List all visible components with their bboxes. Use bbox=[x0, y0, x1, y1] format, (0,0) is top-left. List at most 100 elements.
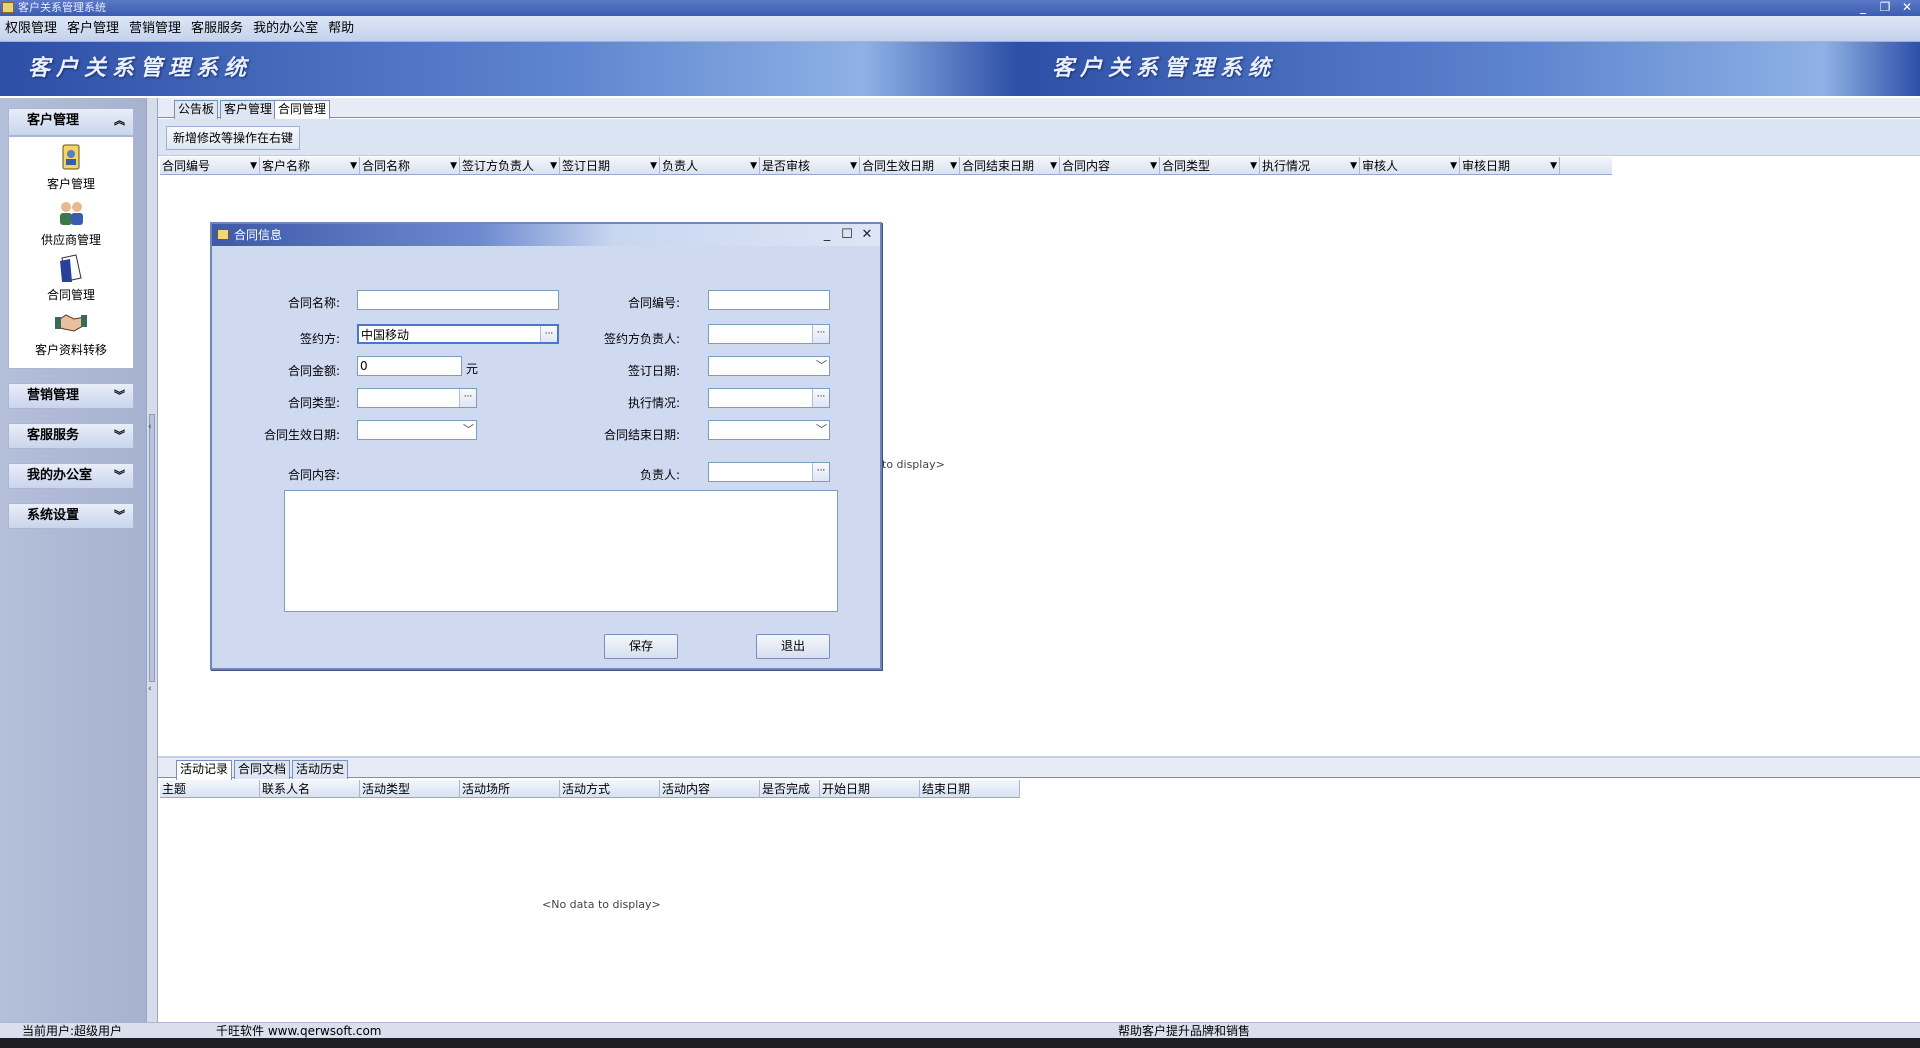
sidebar-item-transfer[interactable]: 客户资料转移 bbox=[9, 307, 133, 358]
label-execution: 执行情况: bbox=[627, 396, 680, 410]
tab-customers[interactable]: 客户管理 bbox=[220, 100, 277, 119]
column-header[interactable]: 联系人名 bbox=[260, 780, 360, 798]
menu-customers[interactable]: 客户管理 bbox=[62, 16, 124, 42]
column-header[interactable]: 合同内容 ▼ bbox=[1060, 157, 1160, 175]
column-header[interactable]: 是否完成 bbox=[760, 780, 820, 798]
company-info: 千旺软件 www.qerwsoft.com bbox=[216, 1024, 382, 1038]
tab-activity-history[interactable]: 活动历史 bbox=[292, 760, 349, 779]
column-header[interactable]: 负责人 ▼ bbox=[660, 157, 760, 175]
menu-bar: 权限管理 客户管理 营销管理 客服服务 我的办公室 帮助 bbox=[0, 16, 1920, 42]
label-contract-name: 合同名称: bbox=[287, 296, 340, 310]
dialog-title: 合同信息 bbox=[234, 228, 283, 242]
sign-date-picker[interactable]: ﹀ bbox=[708, 356, 830, 376]
label-signer: 签约方: bbox=[299, 332, 340, 346]
group-customer-management[interactable]: 客户管理 ︽ bbox=[8, 108, 134, 136]
hint-button[interactable]: 新增修改等操作在右键 bbox=[166, 126, 301, 150]
banner-title-repeat: 客户关系管理系统 bbox=[1052, 55, 1277, 81]
execution-input[interactable]: ··· bbox=[708, 388, 830, 408]
exit-button[interactable]: 退出 bbox=[756, 634, 830, 659]
label-content: 合同内容: bbox=[287, 468, 340, 482]
tab-activity-records[interactable]: 活动记录 bbox=[176, 760, 233, 780]
ellipsis-button[interactable]: ··· bbox=[540, 326, 557, 342]
chevron-down-icon: ︾ bbox=[114, 469, 125, 482]
tab-bulletin[interactable]: 公告板 bbox=[174, 100, 219, 119]
dropdown-icon: ▼ bbox=[550, 161, 557, 171]
splitter-grip[interactable] bbox=[149, 414, 155, 682]
chevron-down-icon[interactable]: ﹀ bbox=[816, 357, 827, 375]
group-service[interactable]: 客服服务 ︾ bbox=[8, 423, 134, 449]
banner-title: 客户关系管理系统 bbox=[28, 55, 253, 81]
contract-content-textarea[interactable] bbox=[284, 490, 838, 612]
owner-input[interactable]: ··· bbox=[708, 462, 830, 482]
column-header[interactable]: 执行情况 ▼ bbox=[1260, 157, 1360, 175]
customer-icon bbox=[62, 144, 80, 170]
contract-type-input[interactable]: ··· bbox=[357, 388, 477, 408]
ellipsis-button[interactable]: ··· bbox=[459, 389, 476, 407]
column-header[interactable]: 活动场所 bbox=[460, 780, 560, 798]
column-header[interactable]: 主题 bbox=[160, 780, 260, 798]
menu-help[interactable]: 帮助 bbox=[323, 16, 359, 42]
column-header[interactable]: 合同结束日期 ▼ bbox=[960, 157, 1060, 175]
ellipsis-button[interactable]: ··· bbox=[812, 389, 829, 407]
tab-contract-docs[interactable]: 合同文档 bbox=[234, 760, 291, 779]
chevron-down-icon[interactable]: ﹀ bbox=[463, 421, 474, 439]
no-data-message: <No data to display> bbox=[542, 898, 661, 911]
column-header[interactable]: 审核日期 ▼ bbox=[1460, 157, 1560, 175]
column-header[interactable]: 签订方负责人 ▼ bbox=[460, 157, 560, 175]
sidebar-item-suppliers[interactable]: 供应商管理 bbox=[9, 197, 133, 248]
menu-marketing[interactable]: 营销管理 bbox=[124, 16, 186, 42]
dialog-title-bar[interactable]: 合同信息 _ ☐ ✕ bbox=[212, 224, 880, 246]
dropdown-icon: ▼ bbox=[1350, 161, 1357, 171]
label-sign-date: 签订日期: bbox=[627, 364, 680, 378]
column-header[interactable]: 是否审核 ▼ bbox=[760, 157, 860, 175]
signer-owner-input[interactable]: ··· bbox=[708, 324, 830, 344]
column-header[interactable]: 签订日期 ▼ bbox=[560, 157, 660, 175]
sidebar-splitter[interactable]: ‹ ‹ bbox=[146, 98, 158, 1022]
column-header[interactable]: 客户名称 ▼ bbox=[260, 157, 360, 175]
collapse-left-icon[interactable]: ‹ bbox=[148, 422, 152, 432]
column-header[interactable]: 合同编号 ▼ bbox=[160, 157, 260, 175]
chevron-down-icon[interactable]: ﹀ bbox=[816, 421, 827, 439]
close-button[interactable]: ✕ bbox=[1896, 0, 1918, 16]
column-header[interactable]: 活动内容 bbox=[660, 780, 760, 798]
ellipsis-button[interactable]: ··· bbox=[812, 325, 829, 343]
end-date-picker[interactable]: ﹀ bbox=[708, 420, 830, 440]
contract-name-input[interactable] bbox=[357, 290, 559, 310]
dropdown-icon: ▼ bbox=[1150, 161, 1157, 171]
dropdown-icon: ▼ bbox=[1450, 161, 1457, 171]
column-header[interactable]: 合同名称 ▼ bbox=[360, 157, 460, 175]
restore-button[interactable]: ❐ bbox=[1874, 0, 1896, 16]
sidebar-item-customers[interactable]: 客户管理 bbox=[9, 141, 133, 192]
column-header[interactable]: 合同生效日期 ▼ bbox=[860, 157, 960, 175]
menu-permissions[interactable]: 权限管理 bbox=[0, 16, 62, 42]
save-button[interactable]: 保存 bbox=[604, 634, 678, 659]
label-signer-owner: 签约方负责人: bbox=[603, 332, 680, 346]
dialog-minimize-button[interactable]: _ bbox=[818, 227, 836, 243]
sidebar-item-label: 合同管理 bbox=[46, 288, 95, 302]
minimize-button[interactable]: _ bbox=[1852, 0, 1874, 16]
column-header[interactable]: 活动类型 bbox=[360, 780, 460, 798]
column-header[interactable]: 合同类型 ▼ bbox=[1160, 157, 1260, 175]
column-header[interactable]: 审核人 ▼ bbox=[1360, 157, 1460, 175]
column-header[interactable]: 结束日期 bbox=[920, 780, 1020, 798]
tab-contracts[interactable]: 合同管理 bbox=[274, 100, 331, 120]
column-header[interactable]: 活动方式 bbox=[560, 780, 660, 798]
menu-office[interactable]: 我的办公室 bbox=[248, 16, 323, 42]
window-title-bar: 客户关系管理系统 _ ❐ ✕ bbox=[0, 0, 1920, 16]
group-settings[interactable]: 系统设置 ︾ bbox=[8, 503, 134, 529]
dropdown-icon: ▼ bbox=[950, 161, 957, 171]
ellipsis-button[interactable]: ··· bbox=[812, 463, 829, 481]
dialog-close-button[interactable]: ✕ bbox=[858, 227, 876, 243]
menu-service[interactable]: 客服服务 bbox=[186, 16, 248, 42]
start-date-picker[interactable]: ﹀ bbox=[357, 420, 477, 440]
sidebar-item-contracts[interactable]: 合同管理 bbox=[9, 252, 133, 303]
dialog-maximize-button[interactable]: ☐ bbox=[838, 227, 856, 243]
label-end-date: 合同结束日期: bbox=[603, 428, 680, 442]
group-office[interactable]: 我的办公室 ︾ bbox=[8, 463, 134, 489]
collapse-left-icon[interactable]: ‹ bbox=[148, 684, 152, 694]
group-marketing[interactable]: 营销管理 ︾ bbox=[8, 383, 134, 409]
column-header[interactable]: 开始日期 bbox=[820, 780, 920, 798]
signer-input[interactable]: 中国移动 ··· bbox=[357, 324, 559, 344]
amount-input[interactable]: 0 bbox=[357, 356, 462, 376]
contract-no-input[interactable] bbox=[708, 290, 830, 310]
